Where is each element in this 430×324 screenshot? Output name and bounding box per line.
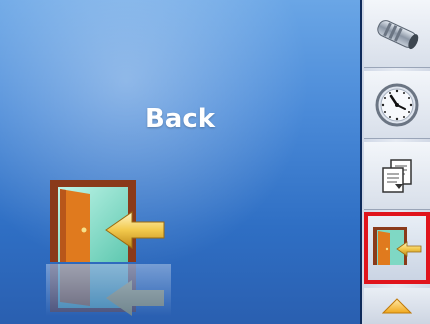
scroll-up-button[interactable] <box>364 288 430 324</box>
exit-door-icon <box>373 226 422 265</box>
connector-icon <box>377 19 419 49</box>
clock-icon <box>375 83 419 126</box>
sidebar-item-clock[interactable] <box>364 71 430 139</box>
documents-icon <box>382 158 412 193</box>
screen: Back <box>0 0 430 324</box>
arrow-up-icon <box>382 298 412 314</box>
sidebar-item-documents[interactable] <box>364 142 430 210</box>
sidebar-item-back[interactable] <box>364 212 430 284</box>
sidebar <box>360 0 430 324</box>
page-title: Back <box>144 104 216 134</box>
main-panel: Back <box>0 0 360 324</box>
exit-door-icon <box>46 180 171 316</box>
sidebar-item-connection[interactable] <box>364 0 430 68</box>
